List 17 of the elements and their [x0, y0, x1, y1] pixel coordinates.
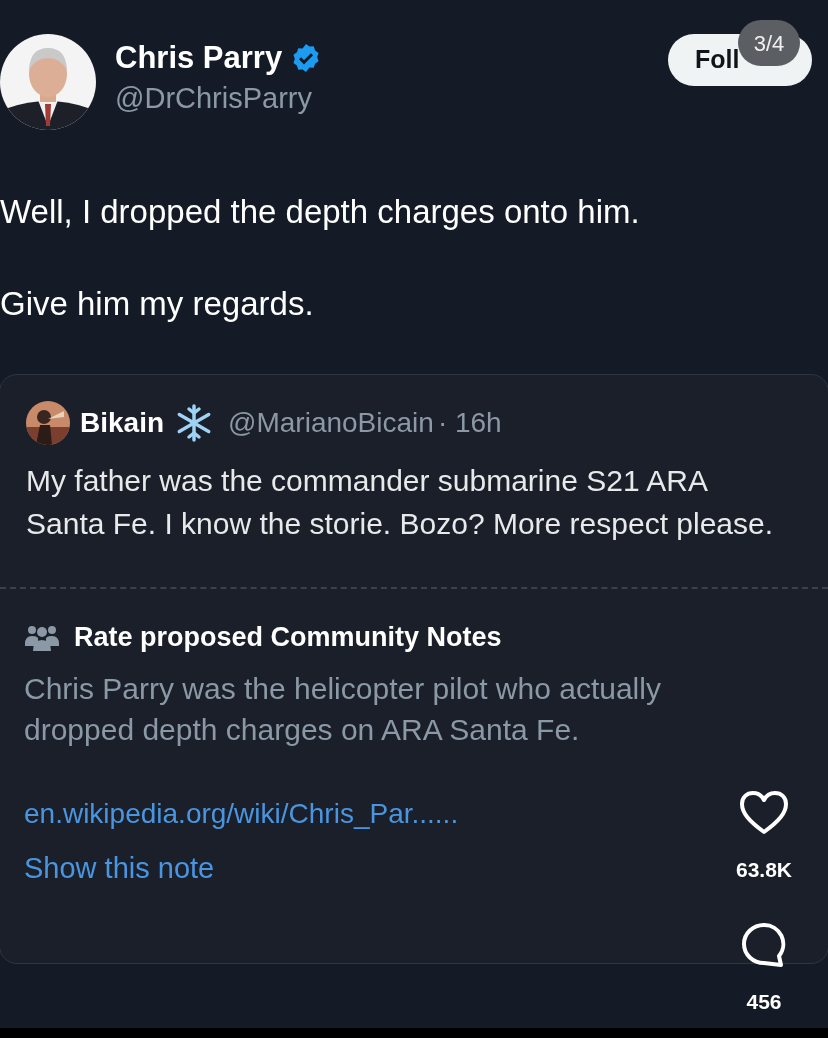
- comment-icon[interactable]: [741, 921, 787, 968]
- show-note-link[interactable]: Show this note: [0, 847, 239, 888]
- community-note-text: Chris Parry was the helicopter pilot who actually dropped depth charges on ARA Santa Fe.: [23, 670, 662, 748]
- author-handle[interactable]: @DrChrisParry: [115, 78, 323, 118]
- heart-icon[interactable]: [739, 790, 789, 836]
- quoted-tweet-text: My father was the commander submarine S21 ARA Santa Fe. I know the storie. Bozo? More respect please.: [25, 463, 775, 542]
- count-label: 63.8K: [735, 857, 792, 883]
- community-notes-title: Rate proposed Community Notes: [74, 621, 502, 654]
- quoted-time: · 16h: [437, 406, 502, 440]
- wikipedia-link[interactable]: en.wikipedia.org/wiki/Chris_Par......: [0, 793, 483, 834]
- tweet-text: Well, I dropped the depth charges onto him.: [0, 192, 641, 232]
- quoted-author-name[interactable]: Bikain: [80, 402, 165, 444]
- quoted-author-handle[interactable]: @MarianoBicain: [228, 402, 434, 444]
- count-label: 456: [746, 988, 782, 1015]
- page-counter-toast: 3/4: [738, 20, 800, 66]
- author-name[interactable]: Chris Parry: [115, 38, 283, 78]
- tweet-text: Give him my regards.: [0, 284, 315, 324]
